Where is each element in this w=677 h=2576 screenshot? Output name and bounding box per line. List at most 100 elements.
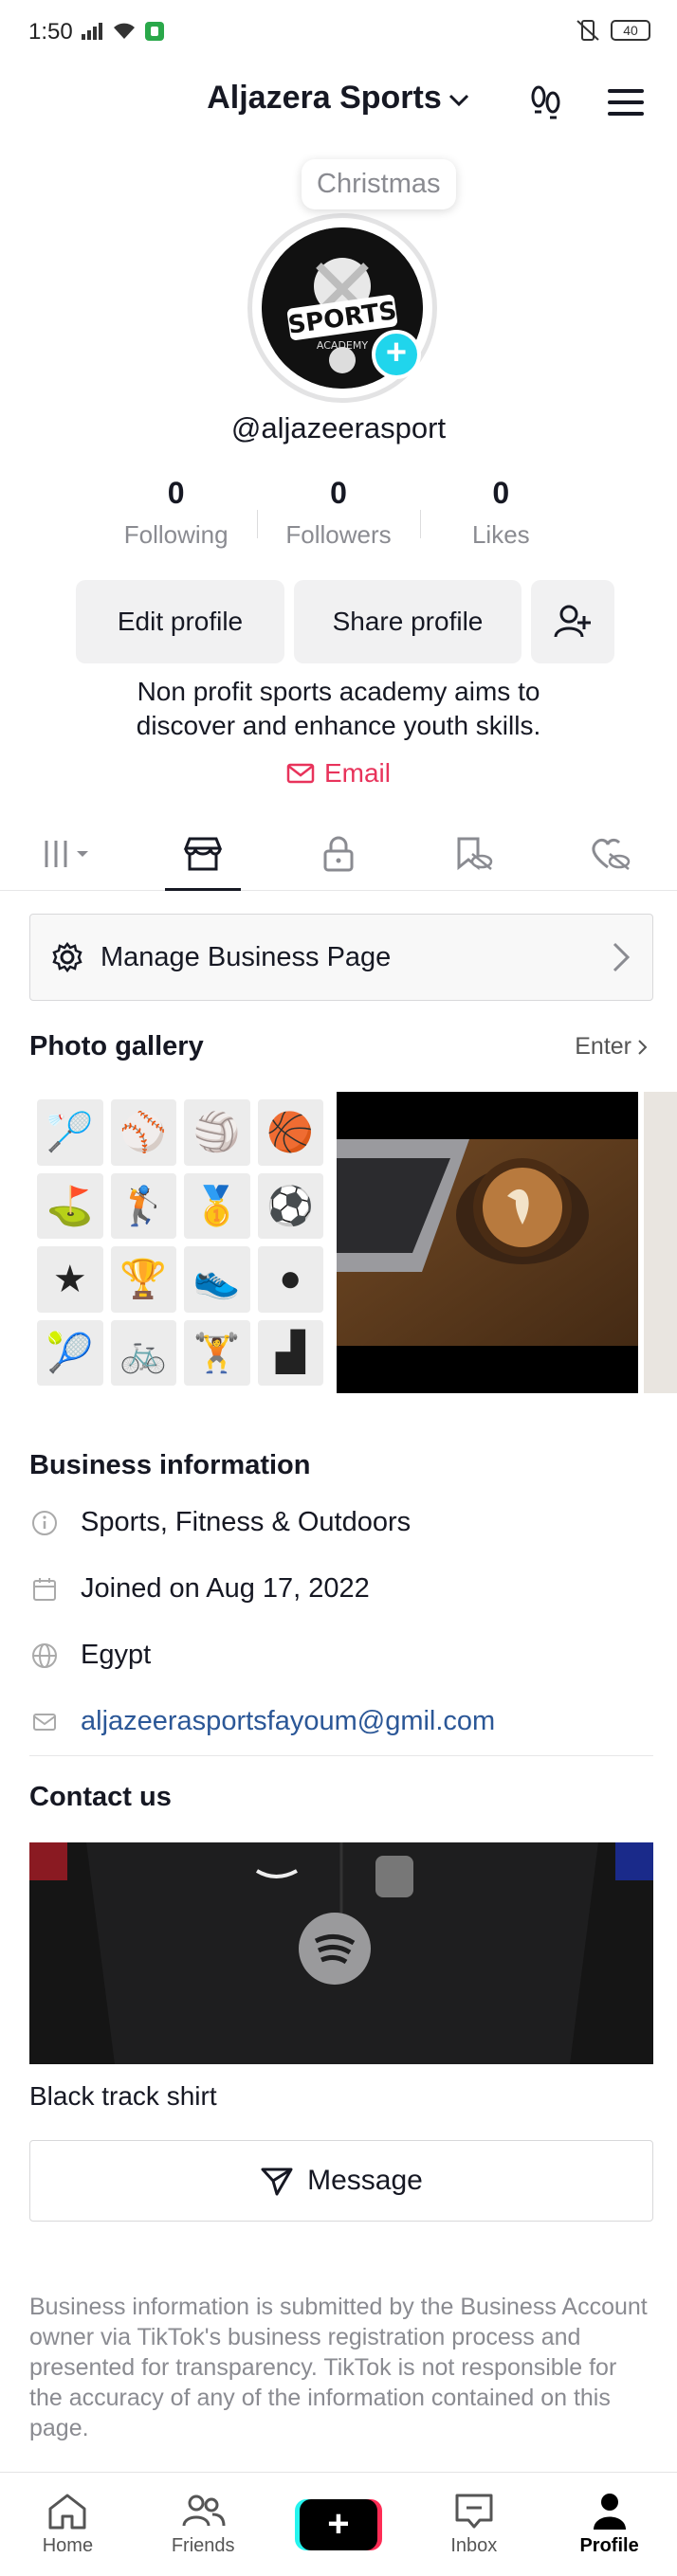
- manage-business-page-button[interactable]: Manage Business Page: [29, 914, 653, 1001]
- message-button[interactable]: Message: [29, 2140, 653, 2222]
- stat-following[interactable]: 0 Following: [95, 476, 257, 550]
- stat-value: 0: [330, 476, 347, 510]
- gallery-enter-label: Enter: [575, 1033, 631, 1060]
- basketball-icon: 🏀: [257, 1099, 323, 1166]
- star-badge-icon: ★: [37, 1246, 103, 1313]
- podium-icon: ▟: [257, 1319, 323, 1386]
- nav-profile-label: Profile: [579, 2535, 639, 2556]
- business-email[interactable]: aljazeerasportsfayoum@gmil.com: [81, 1706, 495, 1737]
- gallery-photo-coffee[interactable]: [337, 1092, 638, 1393]
- profile-stats: 0 Following 0 Followers 0 Likes: [95, 476, 582, 550]
- footprints-icon[interactable]: [523, 80, 569, 125]
- golf-club-icon: 🏌: [110, 1172, 176, 1239]
- profile-icon: [593, 2494, 626, 2530]
- divider: [29, 1755, 653, 1756]
- business-email-row[interactable]: aljazeerasportsfayoum@gmil.com: [29, 1706, 495, 1737]
- photo-gallery: 🏸 ⚾ 🏐 🏀 ⛳ 🏌 🥇 ⚽ ★ 🏆 👟 ● 🎾 🚲 🏋 ▟: [29, 1092, 677, 1393]
- tennis-icon: 🎾: [37, 1319, 103, 1386]
- avatar-bubble[interactable]: Christmas: [302, 159, 456, 209]
- gear-icon: [52, 941, 82, 973]
- gallery-enter-link[interactable]: Enter: [575, 1033, 649, 1061]
- shop-icon: [183, 837, 223, 870]
- stat-likes[interactable]: 0 Likes: [419, 476, 582, 550]
- friends-icon: [182, 2494, 226, 2527]
- golf-ball-icon: ⛳: [37, 1172, 103, 1239]
- nav-profile[interactable]: Profile: [541, 2473, 677, 2576]
- hidden-heart-icon: [592, 838, 630, 870]
- nav-inbox[interactable]: Inbox: [406, 2473, 541, 2576]
- business-category: Sports, Fitness & Outdoors: [81, 1507, 412, 1537]
- calendar-icon: [29, 1574, 60, 1605]
- nav-home-label: Home: [42, 2535, 94, 2556]
- stat-label: Likes: [471, 520, 530, 549]
- wifi-icon: [114, 23, 135, 39]
- stat-value: 0: [492, 476, 510, 510]
- medal-icon: 🥇: [184, 1172, 250, 1239]
- email-link-label: Email: [323, 758, 391, 788]
- business-joined-row: Joined on Aug 17, 2022: [29, 1573, 370, 1605]
- share-profile-button[interactable]: Share profile: [294, 580, 521, 663]
- battery-icon: 40: [611, 20, 650, 41]
- create-plus-icon: +: [299, 2498, 377, 2550]
- tab-private[interactable]: [271, 817, 407, 890]
- nav-home[interactable]: Home: [0, 2473, 136, 2576]
- send-icon: [261, 2168, 293, 2196]
- business-location-row: Egypt: [29, 1640, 151, 1671]
- bio-text: Non profit sports academy aims to discov…: [0, 675, 677, 743]
- signal-icon: [82, 23, 102, 40]
- bio: Non profit sports academy aims to discov…: [136, 677, 541, 740]
- lock-icon: [323, 836, 354, 871]
- tab-reposts[interactable]: [406, 817, 541, 890]
- business-location: Egypt: [81, 1640, 152, 1670]
- business-category-row: Sports, Fitness & Outdoors: [29, 1507, 411, 1538]
- nav-friends-label: Friends: [171, 2535, 235, 2556]
- tab-videos[interactable]: [0, 817, 136, 890]
- profile-actions: Edit profile Share profile: [76, 580, 614, 663]
- shield-icon: [145, 22, 164, 41]
- nav-create[interactable]: +: [271, 2473, 407, 2576]
- add-friend-icon: [554, 605, 591, 638]
- profile-tabs: [0, 817, 677, 891]
- mute-vibrate-icon: [576, 20, 599, 41]
- bicycle-icon: 🚲: [110, 1319, 176, 1386]
- account-switcher[interactable]: Aljazera Sports: [0, 80, 677, 117]
- bowling-ball-icon: ●: [257, 1246, 323, 1313]
- volleyball-icon: 🏐: [184, 1099, 250, 1166]
- gallery-photo-partial[interactable]: [644, 1092, 677, 1393]
- baseball-icon: ⚾: [110, 1099, 176, 1166]
- status-left-icons: [82, 21, 165, 42]
- add-friend-button[interactable]: [531, 580, 614, 663]
- mail-icon: [286, 763, 315, 784]
- tab-liked[interactable]: [541, 817, 677, 890]
- email-link[interactable]: Email: [0, 758, 677, 789]
- bottom-nav: Home Friends + Inbox Profile: [0, 2472, 677, 2576]
- business-info-title: Business information: [29, 1450, 311, 1480]
- nav-friends[interactable]: Friends: [136, 2473, 271, 2576]
- product-image[interactable]: [29, 1842, 653, 2064]
- badminton-icon: 🏸: [37, 1099, 103, 1166]
- add-story-button[interactable]: +: [372, 330, 421, 379]
- stat-value: 0: [167, 476, 185, 510]
- hamburger-menu-icon[interactable]: [603, 80, 649, 125]
- mail-icon: [29, 1707, 60, 1737]
- manage-business-label: Manage Business Page: [101, 941, 392, 972]
- globe-icon: [29, 1641, 60, 1671]
- chevron-right-icon: [613, 942, 631, 972]
- stat-followers[interactable]: 0 Followers: [257, 476, 419, 550]
- stat-label: Following: [123, 520, 229, 549]
- gallery-photo-sports-icons[interactable]: 🏸 ⚾ 🏐 🏀 ⛳ 🏌 🥇 ⚽ ★ 🏆 👟 ● 🎾 🚲 🏋 ▟: [29, 1092, 331, 1393]
- business-joined: Joined on Aug 17, 2022: [81, 1573, 370, 1604]
- tab-shop[interactable]: [136, 817, 271, 891]
- edit-profile-button[interactable]: Edit profile: [76, 580, 284, 663]
- home-icon: [48, 2494, 86, 2530]
- status-right-icons: 40: [575, 19, 650, 42]
- sneaker-icon: 👟: [184, 1246, 250, 1313]
- dumbbell-icon: 🏋: [184, 1319, 250, 1386]
- page-title: Aljazera Sports: [207, 80, 442, 116]
- product-name: Black track shirt: [29, 2081, 217, 2111]
- nav-inbox-label: Inbox: [450, 2535, 498, 2556]
- soccer-ball-icon: ⚽: [257, 1172, 323, 1239]
- contact-us-title: Contact us: [29, 1782, 172, 1812]
- username: @aljazeerasport: [230, 411, 447, 444]
- inbox-icon: [455, 2494, 493, 2529]
